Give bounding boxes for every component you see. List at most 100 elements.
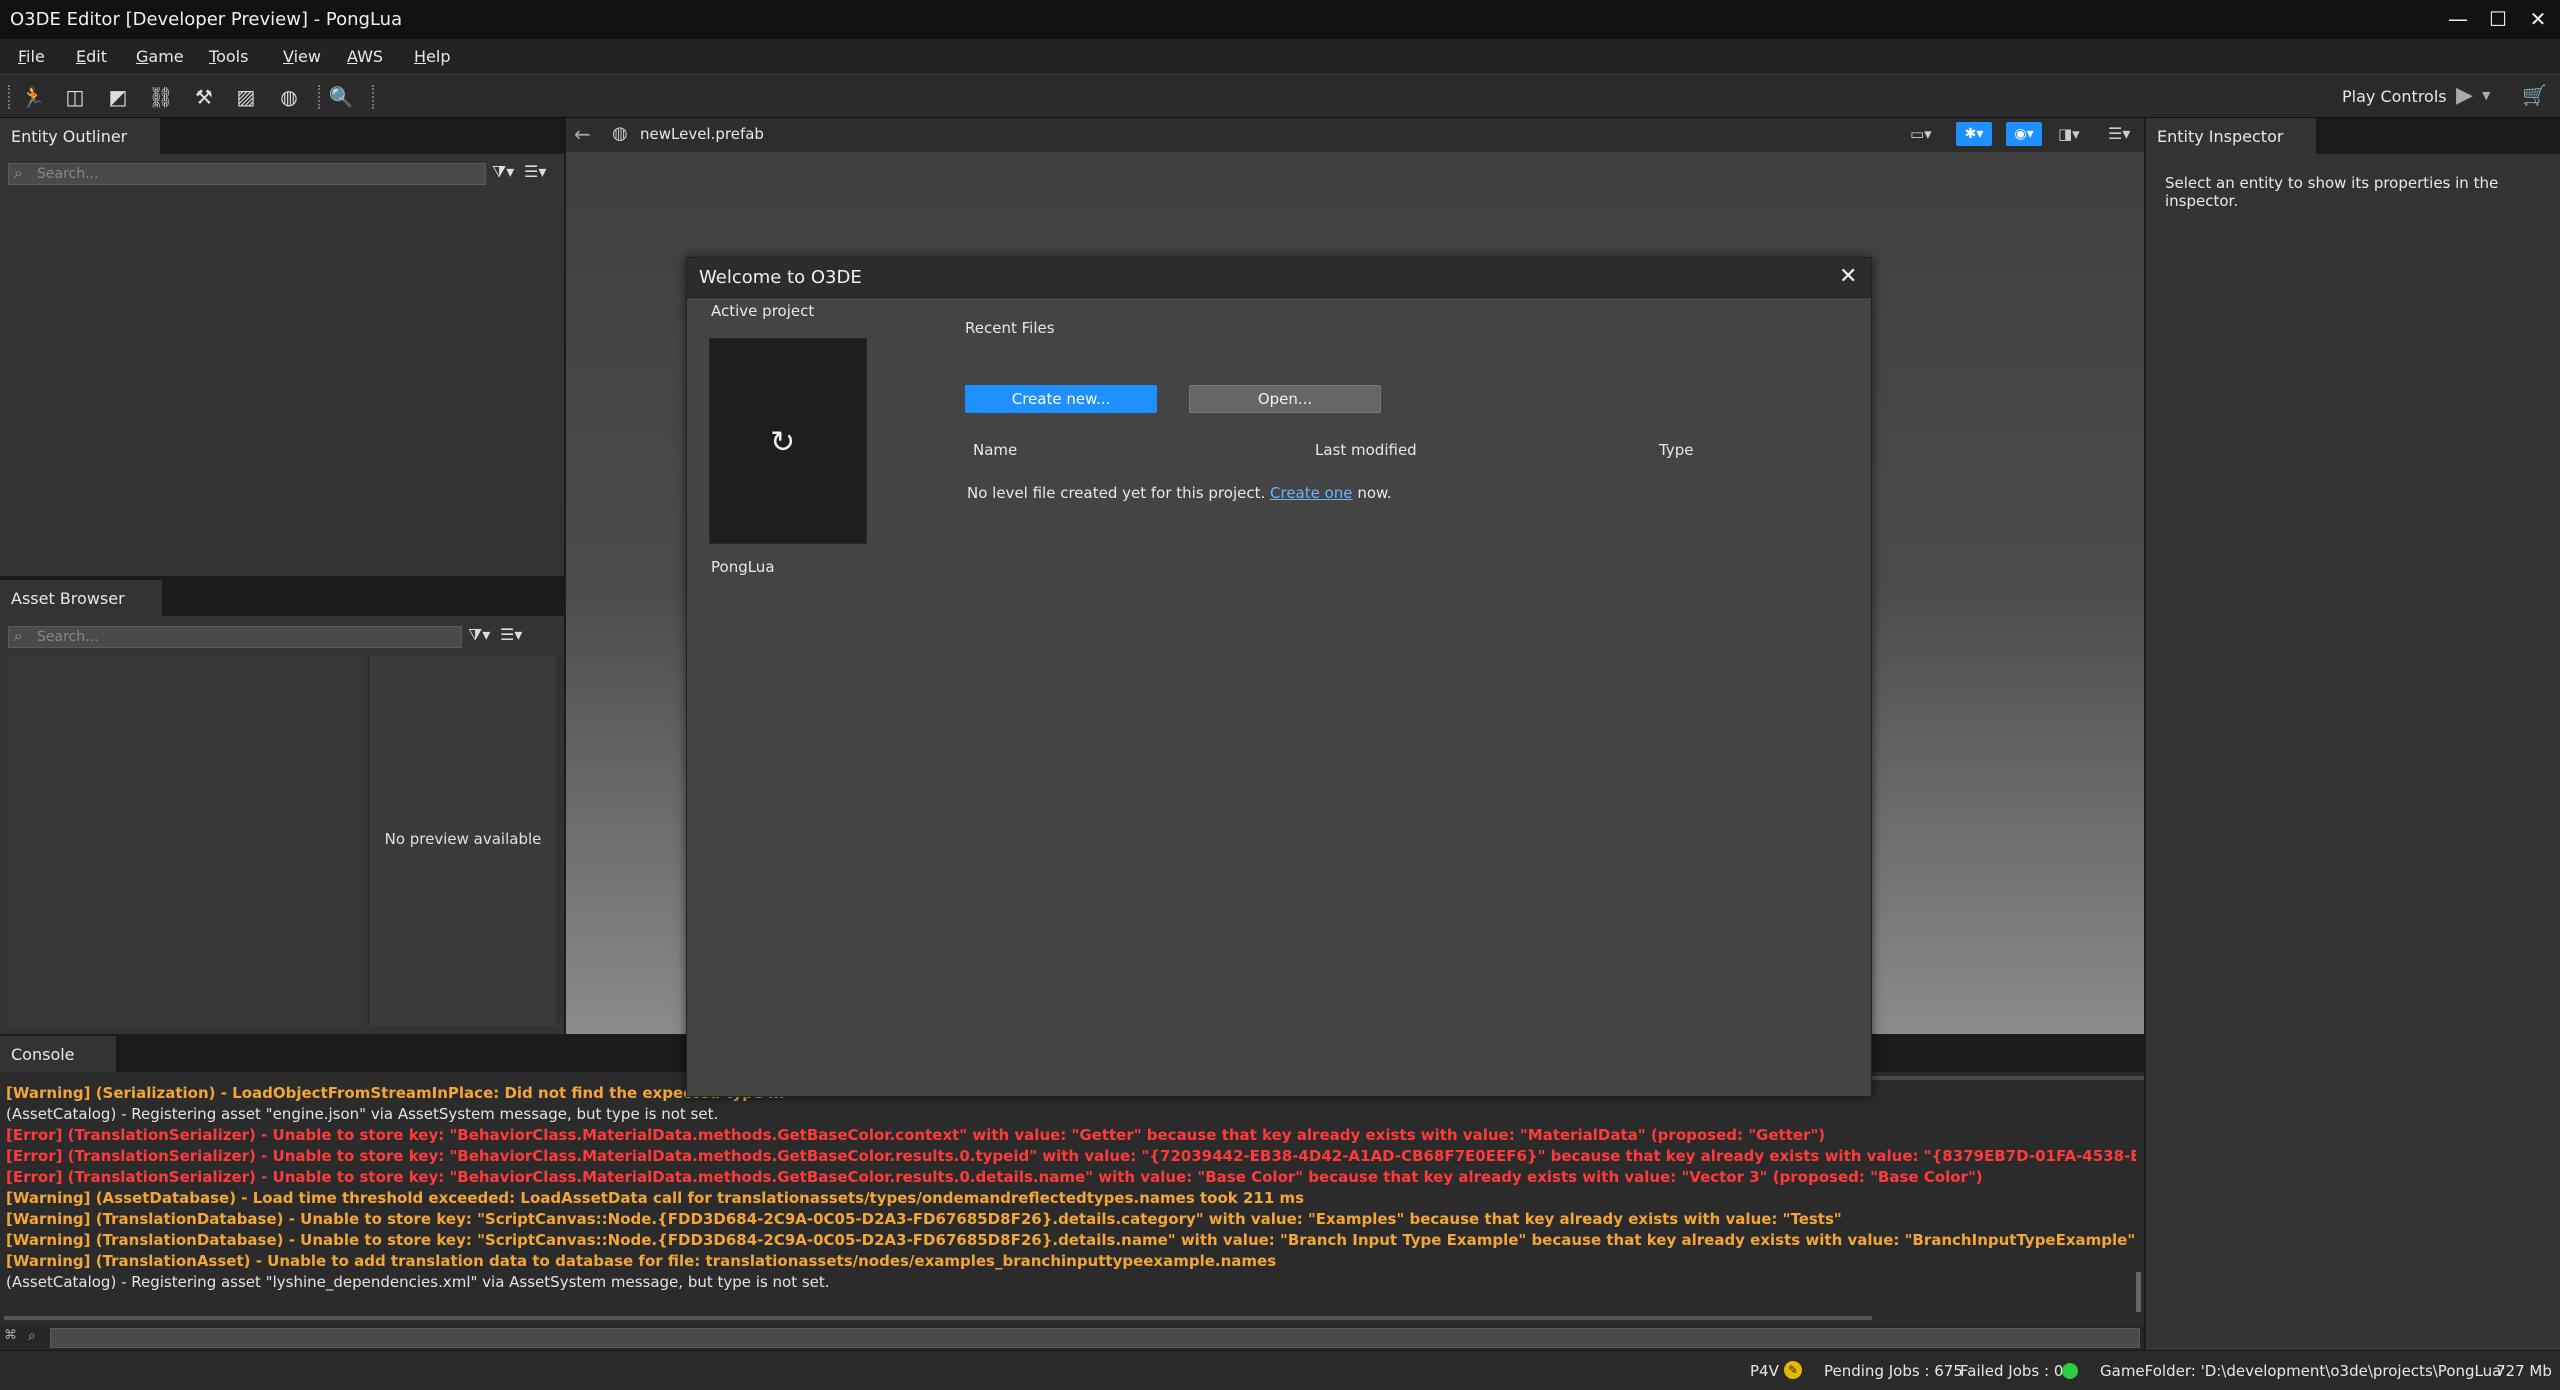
console-expand-icon[interactable]: ⌘: [4, 1328, 17, 1343]
tab-asset-browser[interactable]: Asset Browser: [0, 580, 162, 616]
entity-outliner-panel: Search... ⌕ ⧩▾ ☰▾: [0, 154, 564, 576]
log-line: [Error] (TranslationSerializer) - Unable…: [6, 1168, 1983, 1186]
run-icon[interactable]: 🏃: [20, 84, 46, 110]
globe-icon[interactable]: ◍: [276, 84, 302, 110]
layout-icon[interactable]: ◨▾: [2058, 125, 2080, 143]
play-dropdown-icon[interactable]: ▼: [2482, 89, 2490, 102]
column-type[interactable]: Type: [1659, 441, 1693, 459]
helpers-toggle-icon[interactable]: ✱▾: [1956, 122, 1992, 146]
log-line: [Error] (TranslationSerializer) - Unable…: [6, 1147, 2136, 1165]
status-bar: P4V ✎ Pending Jobs : 675 Failed Jobs : 0…: [0, 1350, 2560, 1390]
p4v-label: P4V: [1750, 1362, 1779, 1380]
toolbar-grip: [8, 85, 10, 109]
asset-tree[interactable]: [8, 656, 364, 1026]
log-line: [Warning] (TranslationAsset) - Unable to…: [6, 1252, 1277, 1270]
back-arrow-icon[interactable]: ←: [574, 122, 591, 146]
entity-search-input[interactable]: Search...: [8, 163, 486, 185]
project-name: PongLua: [711, 558, 775, 576]
log-line: [Warning] (TranslationDatabase) - Unable…: [6, 1210, 1842, 1228]
search-icon: ⌕: [14, 627, 23, 645]
log-line: [Warning] (TranslationDatabase) - Unable…: [6, 1231, 2136, 1249]
menu-help[interactable]: Help: [414, 47, 450, 66]
welcome-dialog: Welcome to O3DE ✕ Active project ↻ PongL…: [686, 257, 1872, 1097]
console-horizontal-scrollbar[interactable]: [4, 1316, 1872, 1320]
log-line: [Error] (TranslationSerializer) - Unable…: [6, 1126, 1826, 1144]
empty-text-before: No level file created yet for this proje…: [967, 484, 1271, 502]
console-vertical-scrollbar[interactable]: [2136, 1272, 2141, 1312]
welcome-dialog-header: Welcome to O3DE ✕: [687, 258, 1871, 298]
maximize-button[interactable]: ☐: [2478, 4, 2518, 34]
log-line: [Warning] (Serialization) - LoadObjectFr…: [6, 1084, 785, 1102]
console-input-row: ⌘ ⌕: [0, 1326, 2144, 1350]
asset-browser-panel: Search... ⌕ ⧩▾ ☰▾ No preview available: [0, 616, 564, 1034]
tab-entity-inspector[interactable]: Entity Inspector: [2146, 118, 2316, 154]
window-title: O3DE Editor [Developer Preview] - PongLu…: [10, 9, 403, 30]
game-folder: GameFolder: 'D:\development\o3de\project…: [2100, 1362, 2506, 1380]
terrain-icon[interactable]: ▨: [233, 84, 259, 110]
status-indicator-icon: [2062, 1363, 2078, 1379]
toolbar-separator: [318, 85, 320, 109]
column-name[interactable]: Name: [973, 441, 1017, 459]
failed-jobs: Failed Jobs : 0: [1960, 1362, 2064, 1380]
menu-aws[interactable]: AWS: [347, 47, 383, 66]
level-globe-icon: ◍: [612, 123, 628, 144]
viewport-options-icon[interactable]: ☰▾: [2108, 124, 2130, 143]
tab-console[interactable]: Console: [0, 1036, 116, 1072]
console-command-input[interactable]: [50, 1328, 2140, 1348]
search-tool-icon[interactable]: 🔍: [328, 84, 354, 110]
level-name: newLevel.prefab: [640, 125, 764, 143]
asset-search-input[interactable]: Search...: [8, 626, 462, 648]
menu-view[interactable]: View: [283, 47, 321, 66]
filter-icon[interactable]: ⧩▾: [492, 162, 514, 182]
play-icon[interactable]: ▶: [2456, 83, 2473, 108]
asset-preview-pane: No preview available: [368, 656, 556, 1026]
memory-usage: 727 Mb: [2496, 1362, 2552, 1380]
create-new-button[interactable]: Create new...: [965, 385, 1157, 413]
close-icon[interactable]: ✕: [1839, 264, 1857, 289]
lua-script-icon[interactable]: ◫: [62, 84, 88, 110]
options-menu-icon[interactable]: ☰▾: [500, 625, 522, 644]
console-panel: [Warning] (Serialization) - LoadObjectFr…: [0, 1072, 2144, 1350]
console-top-scrollbar[interactable]: [1872, 1076, 2144, 1080]
o3de-logo-icon: ↻: [770, 425, 796, 460]
welcome-title: Welcome to O3DE: [699, 267, 862, 288]
create-one-link[interactable]: Create one: [1270, 484, 1353, 502]
pending-jobs: Pending Jobs : 675: [1824, 1362, 1963, 1380]
column-last-modified[interactable]: Last modified: [1315, 441, 1417, 459]
camera-icon[interactable]: ▭▾: [1910, 125, 1932, 143]
close-window-button[interactable]: ✕: [2518, 4, 2558, 34]
entity-outliner-tabbar: Entity Outliner: [0, 118, 564, 154]
toolbar-separator: [372, 85, 374, 109]
log-line: (AssetCatalog) - Registering asset "engi…: [6, 1105, 719, 1123]
log-line: (AssetCatalog) - Registering asset "lysh…: [6, 1273, 830, 1291]
empty-level-message: No level file created yet for this proje…: [967, 484, 1392, 502]
recent-files-label: Recent Files: [965, 319, 1055, 337]
menu-edit[interactable]: Edit: [76, 47, 107, 66]
menu-tools[interactable]: Tools: [209, 47, 248, 66]
options-menu-icon[interactable]: ☰▾: [524, 162, 546, 181]
entity-inspector-panel: Select an entity to show its properties …: [2146, 154, 2560, 1350]
empty-text-after: now.: [1352, 484, 1392, 502]
console-search-icon: ⌕: [28, 1328, 36, 1344]
tab-entity-outliner[interactable]: Entity Outliner: [0, 118, 160, 154]
no-preview-text: No preview available: [384, 830, 542, 848]
physics-icon[interactable]: ⚒: [191, 84, 217, 110]
menu-file[interactable]: File: [18, 47, 45, 66]
inspector-hint: Select an entity to show its properties …: [2165, 174, 2499, 210]
asset-browser-tabbar: Asset Browser: [0, 580, 564, 616]
p4v-status-icon[interactable]: ✎: [1784, 1361, 1802, 1379]
project-thumbnail[interactable]: ↻: [709, 338, 867, 544]
ui-canvas-icon[interactable]: ⛓: [148, 84, 174, 110]
visibility-toggle-icon[interactable]: ◉▾: [2006, 122, 2042, 146]
active-project-label: Active project: [711, 302, 815, 320]
main-toolbar: 🏃 ◫ ◩ ⛓ ⚒ ▨ ◍ 🔍 Play Controls ▶ ▼ 🛒: [0, 74, 2560, 118]
cart-icon[interactable]: 🛒: [2522, 83, 2547, 107]
minimize-button[interactable]: —: [2438, 4, 2478, 34]
filter-icon[interactable]: ⧩▾: [468, 625, 490, 645]
menu-game[interactable]: Game: [136, 47, 184, 66]
viewport-header: ← ◍ newLevel.prefab ▭▾ ✱▾ ◉▾ ◨▾ ☰▾: [566, 118, 2144, 152]
open-button[interactable]: Open...: [1189, 385, 1381, 413]
script-canvas-icon[interactable]: ◩: [105, 84, 131, 110]
search-icon: ⌕: [14, 164, 23, 182]
log-line: [Warning] (AssetDatabase) - Load time th…: [6, 1189, 1305, 1207]
